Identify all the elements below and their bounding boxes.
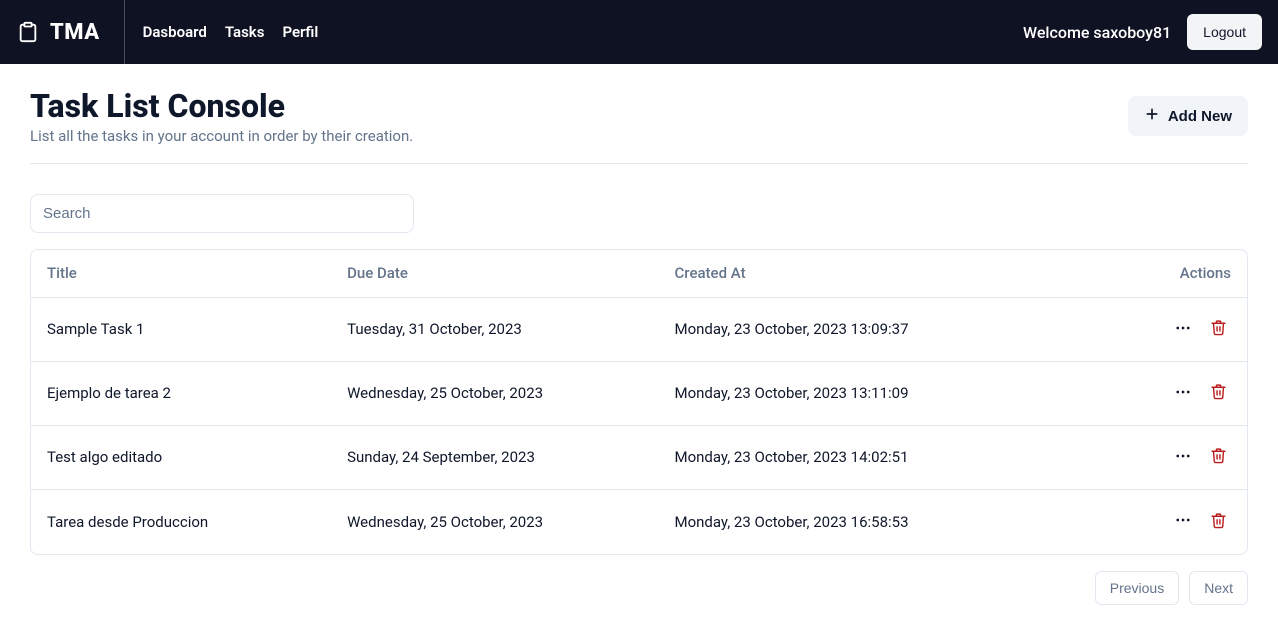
more-button[interactable] [1170, 379, 1196, 408]
logout-button[interactable]: Logout [1187, 14, 1262, 50]
next-button[interactable]: Next [1189, 571, 1248, 605]
table-header-row: Title Due Date Created At Actions [31, 250, 1247, 298]
search-input[interactable] [30, 194, 414, 233]
trash-icon [1210, 383, 1227, 403]
title-block: Task List Console List all the tasks in … [30, 88, 413, 145]
cell-created: Monday, 23 October, 2023 16:58:53 [674, 513, 1111, 531]
welcome-text: Welcome saxoboy81 [1023, 23, 1171, 42]
logo-section: TMA [16, 0, 125, 64]
table-row: Test algo editado Sunday, 24 September, … [31, 426, 1247, 490]
ellipsis-icon [1174, 319, 1192, 340]
cell-actions [1111, 507, 1231, 536]
more-button[interactable] [1170, 507, 1196, 536]
plus-icon [1144, 106, 1160, 126]
title-row: Task List Console List all the tasks in … [30, 88, 1248, 164]
table-row: Tarea desde Produccion Wednesday, 25 Oct… [31, 490, 1247, 554]
nav-tasks[interactable]: Tasks [225, 23, 265, 41]
cell-due: Wednesday, 25 October, 2023 [347, 384, 674, 402]
cell-created: Monday, 23 October, 2023 13:11:09 [674, 384, 1111, 402]
ellipsis-icon [1174, 383, 1192, 404]
add-new-label: Add New [1168, 108, 1232, 125]
previous-button[interactable]: Previous [1095, 571, 1179, 605]
cell-title: Tarea desde Produccion [47, 513, 347, 531]
column-header-due: Due Date [347, 264, 674, 282]
main-nav: Dasboard Tasks Perfil [143, 23, 319, 41]
delete-button[interactable] [1206, 315, 1231, 343]
cell-due: Wednesday, 25 October, 2023 [347, 513, 674, 531]
add-new-button[interactable]: Add New [1128, 96, 1248, 136]
cell-title: Test algo editado [47, 448, 347, 466]
delete-button[interactable] [1206, 443, 1231, 471]
tasks-table: Title Due Date Created At Actions Sample… [30, 249, 1248, 555]
trash-icon [1210, 512, 1227, 532]
cell-due: Tuesday, 31 October, 2023 [347, 320, 674, 338]
column-header-actions: Actions [1111, 264, 1231, 282]
app-header: TMA Dasboard Tasks Perfil Welcome saxobo… [0, 0, 1278, 64]
trash-icon [1210, 447, 1227, 467]
page-subtitle: List all the tasks in your account in or… [30, 127, 413, 145]
trash-icon [1210, 319, 1227, 339]
cell-title: Ejemplo de tarea 2 [47, 384, 347, 402]
more-button[interactable] [1170, 443, 1196, 472]
table-row: Ejemplo de tarea 2 Wednesday, 25 October… [31, 362, 1247, 426]
more-button[interactable] [1170, 315, 1196, 344]
cell-actions [1111, 315, 1231, 344]
cell-created: Monday, 23 October, 2023 14:02:51 [674, 448, 1111, 466]
main-content: Task List Console List all the tasks in … [0, 64, 1278, 629]
cell-due: Sunday, 24 September, 2023 [347, 448, 674, 466]
cell-actions [1111, 379, 1231, 408]
cell-created: Monday, 23 October, 2023 13:09:37 [674, 320, 1111, 338]
clipboard-icon [16, 20, 40, 44]
cell-title: Sample Task 1 [47, 320, 347, 338]
nav-perfil[interactable]: Perfil [282, 23, 318, 41]
ellipsis-icon [1174, 447, 1192, 468]
column-header-title: Title [47, 264, 347, 282]
nav-dashboard[interactable]: Dasboard [143, 23, 207, 41]
delete-button[interactable] [1206, 379, 1231, 407]
page-title: Task List Console [30, 88, 413, 125]
delete-button[interactable] [1206, 508, 1231, 536]
pagination: Previous Next [30, 571, 1248, 605]
logo-text: TMA [50, 20, 100, 45]
table-row: Sample Task 1 Tuesday, 31 October, 2023 … [31, 298, 1247, 362]
ellipsis-icon [1174, 511, 1192, 532]
column-header-created: Created At [674, 264, 1111, 282]
cell-actions [1111, 443, 1231, 472]
